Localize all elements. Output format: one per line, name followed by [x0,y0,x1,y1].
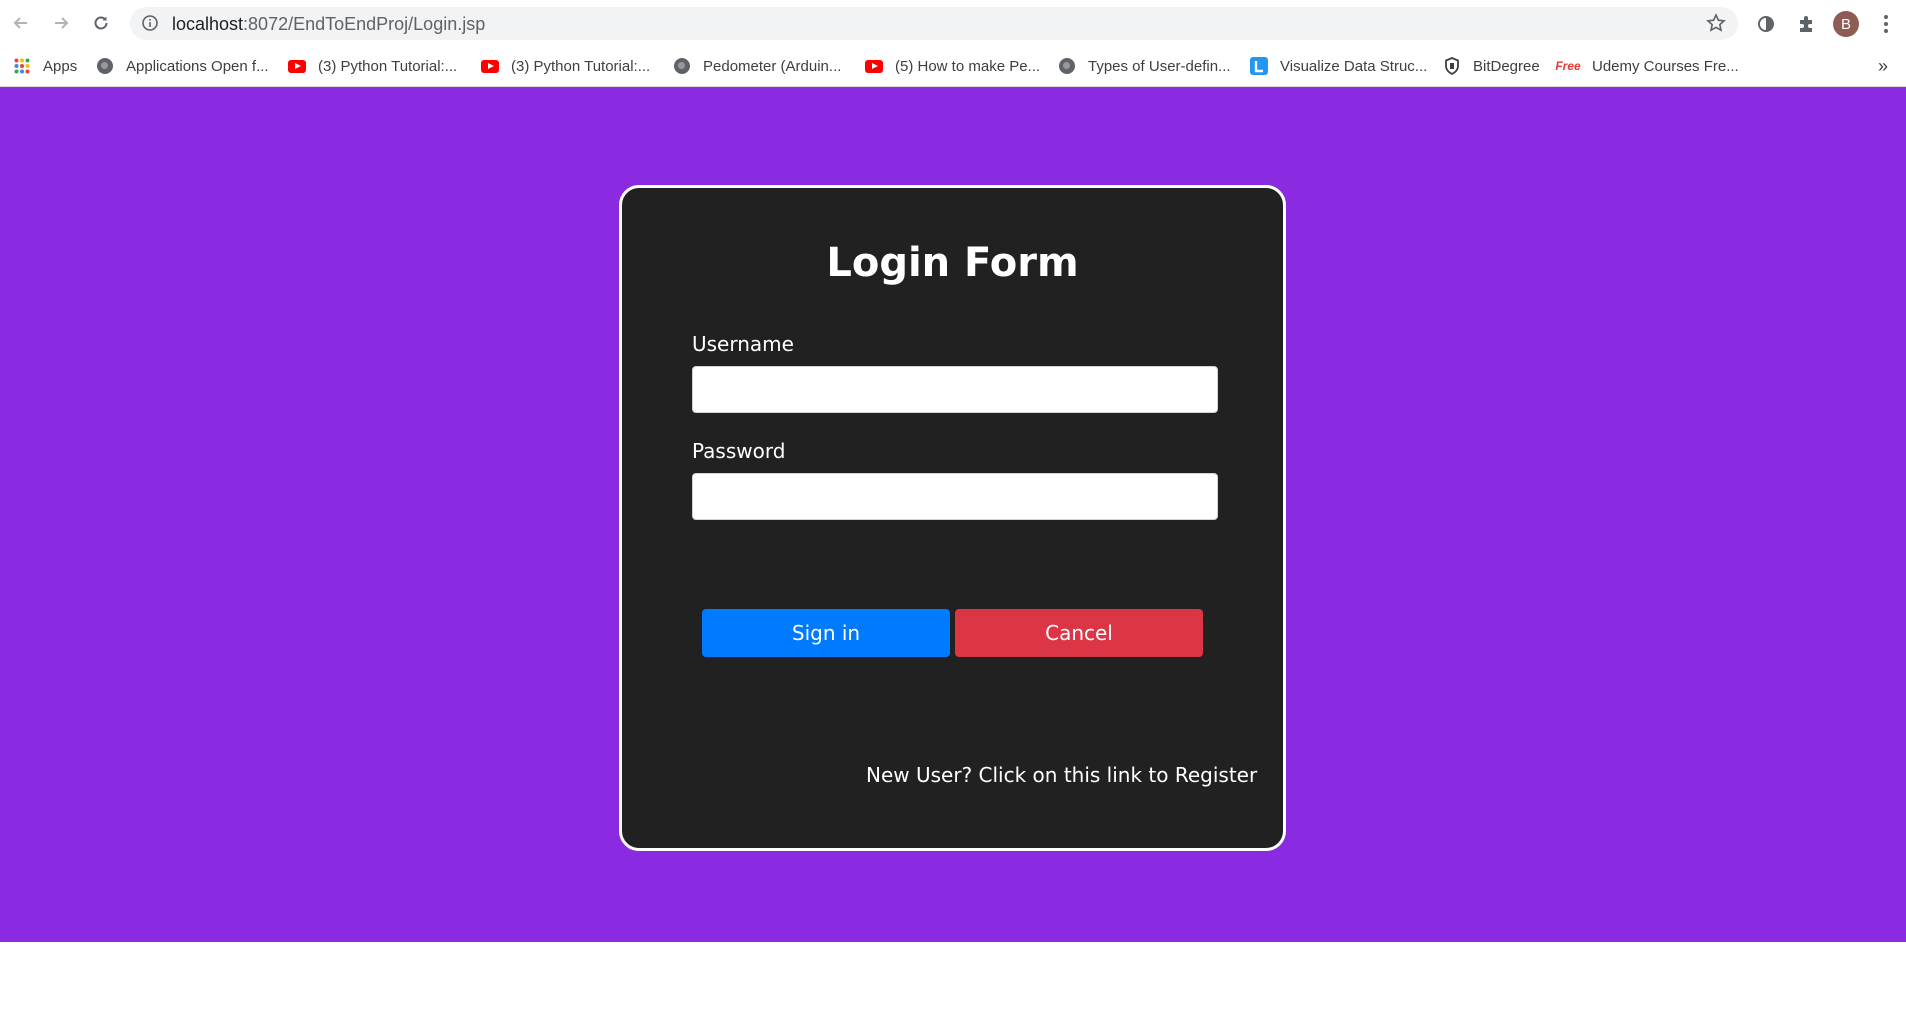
puzzle-icon [1800,16,1812,32]
bookmark-label: Applications Open f... [126,57,269,75]
l-logo-icon [1250,57,1268,75]
extension-circle-icon [1758,16,1774,32]
page-background: Login Form Username Password Sign in Can… [0,87,1906,1025]
apps-grid-icon [13,57,31,75]
bookmark-types-of-user[interactable]: Types of User-defin... [1058,53,1231,79]
bookmark-label: BitDegree [1473,57,1540,75]
bookmark-label: Types of User-defin... [1088,57,1231,75]
bookmark-python-tutorial-2[interactable]: (3) Python Tutorial:... [481,53,650,79]
bookmark-pedometer[interactable]: Pedometer (Arduin... [673,53,841,79]
activate-windows-watermark: Activate Windows Go to Settings to activ… [1548,972,1835,1025]
bookmark-label: Apps [43,57,78,75]
reload-button[interactable] [87,9,115,37]
bookmarks-bar: Apps Applications Open f... (3) Python T… [0,47,1906,87]
extensions-button[interactable] [1792,10,1820,38]
bookmark-label: (3) Python Tutorial:... [318,57,458,75]
avatar: B [1833,11,1859,37]
password-label: Password [692,439,786,463]
bookmark-python-tutorial-1[interactable]: (3) Python Tutorial:... [288,53,457,79]
back-arrow-icon [13,17,27,29]
profile-button[interactable]: B [1832,10,1860,38]
bookmarks-overflow-button[interactable]: » [1878,53,1888,79]
bookmark-how-to-make[interactable]: (5) How to make Pe... [865,53,1040,79]
url-text: localhost:8072/EndToEndProj/Login.jsp [172,14,485,35]
bookmark-star-icon[interactable] [1706,13,1726,38]
bookmark-visualize-data[interactable]: Visualize Data Struc... [1250,53,1427,79]
username-field[interactable] [692,366,1218,413]
back-button[interactable] [7,9,35,37]
url-host: localhost [172,14,244,34]
globe-icon [97,58,113,74]
globe-icon [1059,58,1075,74]
password-field[interactable] [692,473,1218,520]
bookmark-apps[interactable]: Apps [13,53,77,79]
youtube-icon [481,59,499,73]
login-card: Login Form Username Password Sign in Can… [619,185,1286,851]
youtube-icon [865,59,883,73]
cancel-button[interactable]: Cancel [955,609,1203,657]
reload-icon [94,16,108,30]
site-info-icon[interactable] [142,15,158,36]
bookmark-label: (5) How to make Pe... [895,57,1041,75]
menu-button[interactable] [1872,10,1900,38]
chevron-double-right-icon: » [1878,55,1889,76]
url-path: :8072/EndToEndProj/Login.jsp [243,14,486,34]
username-label: Username [692,332,794,356]
bookmark-applications-open[interactable]: Applications Open f... [96,53,269,79]
watermark-subtitle: Go to Settings to activate Windows. [1548,1006,1835,1025]
bookmark-label: Udemy Courses Fre... [1592,57,1739,75]
watermark-title: Activate Windows [1548,972,1762,1000]
free-badge-icon: Free [1555,59,1581,73]
address-bar[interactable]: localhost:8072/EndToEndProj/Login.jsp [130,7,1738,40]
bitdegree-icon [1443,57,1461,75]
page-title: Login Form [826,240,1079,286]
bookmark-label: Visualize Data Struc... [1280,57,1428,75]
globe-icon [674,58,690,74]
bookmark-udemy-courses[interactable]: Free Udemy Courses Fre... [1555,53,1739,79]
signin-button[interactable]: Sign in [702,609,950,657]
bookmark-label: Pedometer (Arduin... [703,57,842,75]
forward-arrow-icon [55,17,69,29]
bookmark-bitdegree[interactable]: BitDegree [1443,53,1540,79]
youtube-icon [288,59,306,73]
extension-button[interactable] [1752,10,1780,38]
bookmark-label: (3) Python Tutorial:... [511,57,651,75]
browser-toolbar: localhost:8072/EndToEndProj/Login.jsp B [0,0,1906,47]
forward-button[interactable] [47,9,75,37]
kebab-menu-icon [1884,15,1888,33]
register-link[interactable]: New User? Click on this link to Register [866,763,1257,787]
